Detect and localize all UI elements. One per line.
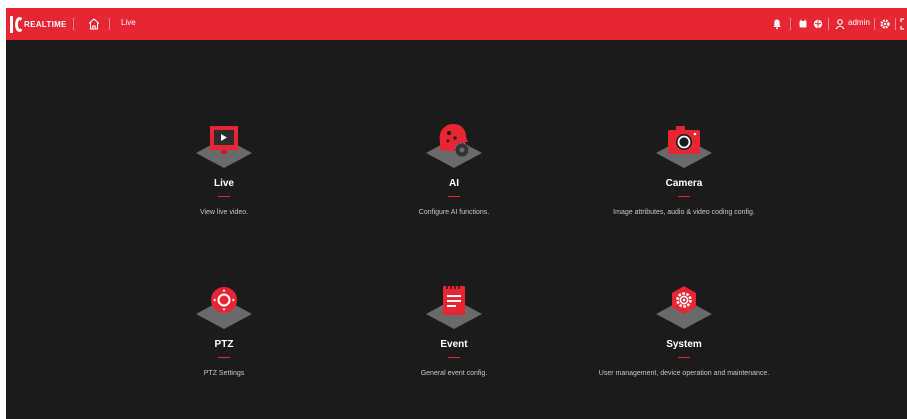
divider	[828, 18, 829, 30]
user-name[interactable]: admin	[848, 18, 870, 27]
breadcrumb[interactable]: Live	[121, 18, 136, 27]
divider	[895, 18, 896, 30]
camera-icon	[656, 126, 712, 168]
title-underline	[678, 196, 690, 197]
logo-text: REALTIME	[24, 19, 67, 29]
module-title: Camera	[665, 178, 703, 189]
event-notepad-icon	[426, 285, 482, 329]
divider	[109, 18, 110, 30]
brand-logo[interactable]: REALTIME	[10, 14, 67, 34]
title-underline	[448, 357, 460, 358]
title-underline	[678, 357, 690, 358]
system-gear-icon	[656, 286, 712, 329]
home-icon[interactable]	[87, 17, 101, 31]
ptz-joystick-icon	[196, 287, 252, 329]
module-title: System	[666, 339, 702, 350]
globe-icon[interactable]	[812, 18, 824, 30]
user-icon[interactable]	[834, 18, 846, 30]
fullscreen-icon[interactable]	[900, 18, 907, 30]
title-underline	[218, 196, 230, 197]
module-title: AI	[449, 178, 459, 189]
module-description: User management, device operation and ma…	[598, 370, 770, 377]
module-title: Live	[213, 178, 234, 189]
top-bar: REALTIME Live admin	[6, 8, 907, 40]
ai-head-gear-icon	[426, 124, 482, 168]
download-client-icon[interactable]	[797, 18, 809, 30]
divider	[874, 18, 875, 30]
app-frame: REALTIME Live admin Live View live video…	[6, 8, 907, 419]
module-title: PTZ	[214, 339, 234, 350]
logo-mark-icon	[10, 15, 24, 33]
module-title: Event	[440, 339, 468, 350]
divider	[73, 18, 74, 30]
divider	[790, 18, 791, 30]
module-description: Image attributes, audio & video coding c…	[613, 209, 755, 216]
title-underline	[448, 196, 460, 197]
monitor-play-icon	[196, 126, 252, 168]
settings-gear-icon[interactable]	[879, 18, 891, 30]
title-underline	[218, 357, 230, 358]
alarm-bell-icon[interactable]	[771, 18, 783, 30]
